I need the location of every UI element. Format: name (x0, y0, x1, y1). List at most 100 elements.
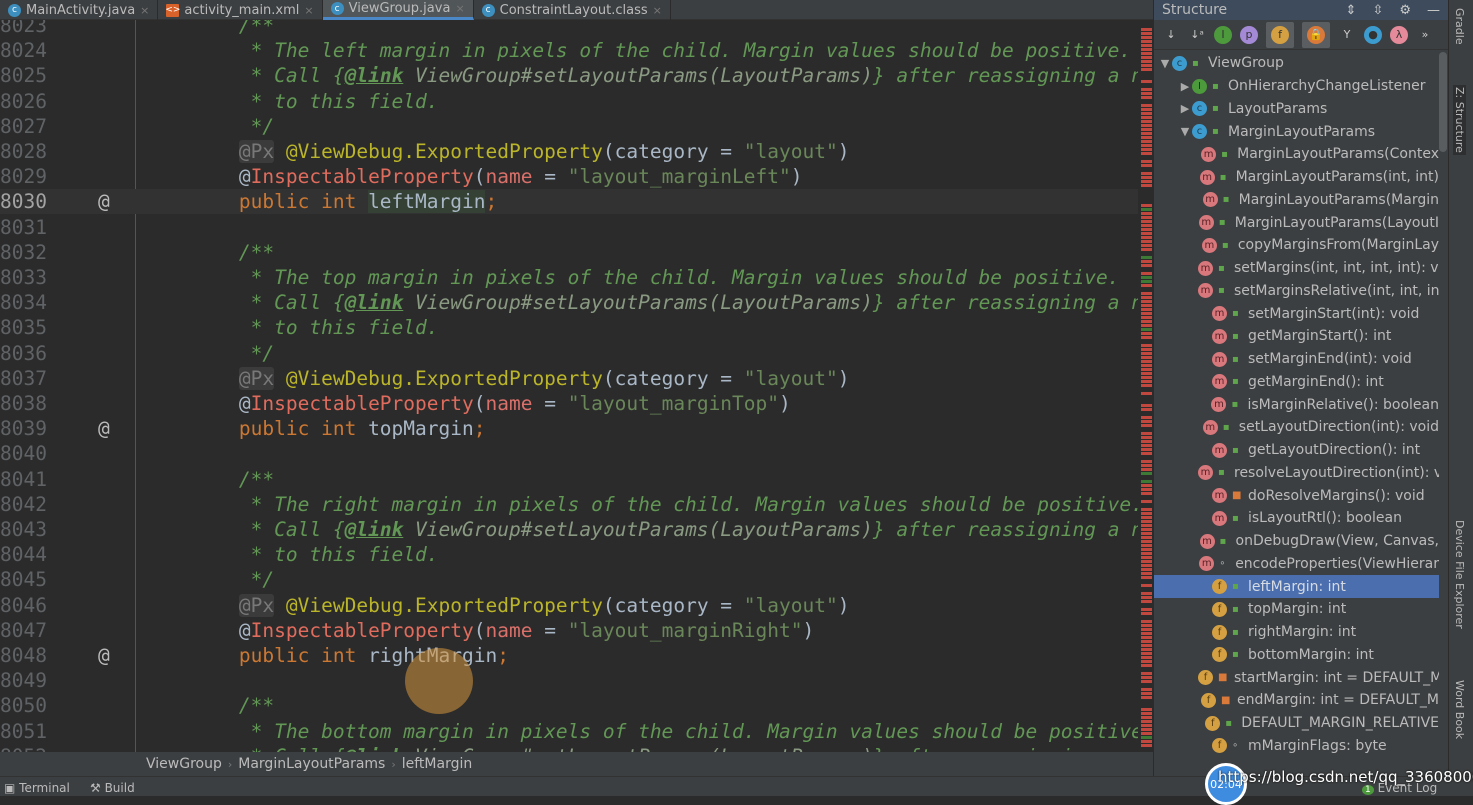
error-stripe-mark[interactable] (1141, 356, 1152, 359)
error-stripe-mark[interactable] (1141, 272, 1152, 275)
error-stripe-mark[interactable] (1141, 620, 1152, 623)
code-editor[interactable]: 8023 /** 8024 * The left margin in pixels… (0, 20, 1138, 752)
error-stripe-mark[interactable] (1141, 592, 1152, 595)
close-icon[interactable]: × (653, 4, 662, 17)
error-stripe-mark[interactable] (1141, 680, 1152, 683)
tool-window-gradle[interactable]: Gradle (1453, 8, 1466, 45)
code-line[interactable]: 8038 @InspectableProperty(name = "layout… (0, 391, 1138, 416)
error-stripe-mark[interactable] (1141, 416, 1152, 419)
error-stripe-mark[interactable] (1141, 632, 1152, 635)
error-stripe-mark[interactable] (1141, 524, 1152, 527)
error-stripe-mark[interactable] (1141, 300, 1152, 303)
error-stripe-mark[interactable] (1141, 372, 1152, 375)
error-stripe-mark[interactable] (1141, 432, 1152, 435)
error-stripe-mark[interactable] (1141, 484, 1152, 487)
error-stripe-mark[interactable] (1141, 328, 1152, 331)
error-stripe-mark[interactable] (1141, 144, 1152, 147)
error-stripe-mark[interactable] (1141, 644, 1152, 647)
error-stripe-mark[interactable] (1141, 612, 1152, 615)
error-stripe-mark[interactable] (1141, 600, 1152, 603)
code-line[interactable]: 8034 * Call {@link ViewGroup#setLayoutPa… (0, 290, 1138, 315)
error-stripe-mark[interactable] (1141, 672, 1152, 675)
error-stripe-mark[interactable] (1141, 136, 1152, 139)
code-line[interactable]: 8039 @ public int topMargin; (0, 416, 1138, 441)
code-line[interactable]: 8032 /** (0, 240, 1138, 265)
error-stripe-mark[interactable] (1141, 176, 1152, 179)
error-stripe-mark[interactable] (1141, 568, 1152, 571)
error-stripe-mark[interactable] (1141, 656, 1152, 659)
error-stripe-mark[interactable] (1141, 332, 1152, 335)
tree-item[interactable]: m ▪ setMarginsRelative(int, int, int (1154, 280, 1439, 303)
code-line[interactable]: 8051 * The bottom margin in pixels of th… (0, 719, 1138, 744)
tree-item[interactable]: m ▪ MarginLayoutParams(Margin (1154, 189, 1439, 212)
show-properties-icon[interactable]: p (1240, 25, 1258, 44)
tree-item[interactable]: m ▪ copyMarginsFrom(MarginLay (1154, 234, 1439, 257)
error-stripe-mark[interactable] (1141, 544, 1152, 547)
error-stripe-mark[interactable] (1141, 444, 1152, 447)
error-stripe-mark[interactable] (1141, 424, 1152, 427)
code-line[interactable]: 8042 * The right margin in pixels of the… (0, 492, 1138, 517)
error-stripe-mark[interactable] (1141, 280, 1152, 283)
error-stripe-scrollbar[interactable] (1138, 20, 1153, 752)
error-stripe-mark[interactable] (1141, 296, 1152, 299)
code-line[interactable]: 8027 */ (0, 114, 1138, 139)
error-stripe-mark[interactable] (1141, 312, 1152, 315)
error-stripe-mark[interactable] (1141, 48, 1152, 51)
error-stripe-mark[interactable] (1141, 324, 1152, 327)
error-stripe-mark[interactable] (1141, 204, 1152, 207)
error-stripe-mark[interactable] (1141, 492, 1152, 495)
error-stripe-mark[interactable] (1141, 260, 1152, 263)
build-button[interactable]: ⚒ Build (90, 781, 135, 795)
error-stripe-mark[interactable] (1141, 64, 1152, 67)
error-stripe-mark[interactable] (1141, 220, 1152, 223)
show-non-public-icon[interactable]: 🔒 (1307, 25, 1325, 44)
error-stripe-mark[interactable] (1141, 376, 1152, 379)
error-stripe-mark[interactable] (1141, 308, 1152, 311)
error-stripe-mark[interactable] (1141, 368, 1152, 371)
error-stripe-mark[interactable] (1141, 232, 1152, 235)
error-stripe-mark[interactable] (1141, 256, 1152, 259)
tree-item[interactable]: f ■ startMargin: int = DEFAULT_M (1154, 666, 1439, 689)
error-stripe-mark[interactable] (1141, 228, 1152, 231)
code-line[interactable]: 8043 * Call {@link ViewGroup#setLayoutPa… (0, 517, 1138, 542)
error-stripe-mark[interactable] (1141, 468, 1152, 471)
anonymous-classes-icon[interactable]: ● (1364, 25, 1382, 44)
error-stripe-mark[interactable] (1141, 352, 1152, 355)
error-stripe-mark[interactable] (1141, 224, 1152, 227)
tree-item[interactable]: m ▪ getMarginStart(): int (1154, 325, 1439, 348)
error-stripe-mark[interactable] (1141, 124, 1152, 127)
error-stripe-mark[interactable] (1141, 108, 1152, 111)
error-stripe-mark[interactable] (1141, 512, 1152, 515)
tree-item[interactable]: f ▪ rightMargin: int (1154, 621, 1439, 644)
error-stripe-mark[interactable] (1141, 540, 1152, 543)
error-stripe-mark[interactable] (1141, 548, 1152, 551)
error-stripe-mark[interactable] (1141, 152, 1152, 155)
error-stripe-mark[interactable] (1141, 488, 1152, 491)
code-line[interactable]: 8047 @InspectableProperty(name = "layout… (0, 618, 1138, 643)
expand-arrow-icon[interactable]: ▼ (1158, 57, 1172, 70)
error-stripe-mark[interactable] (1141, 596, 1152, 599)
error-stripe-mark[interactable] (1141, 120, 1152, 123)
hierarchy-icon[interactable]: Y (1338, 26, 1356, 44)
error-stripe-mark[interactable] (1141, 640, 1152, 643)
code-line[interactable]: 8041 /** (0, 467, 1138, 492)
error-stripe-mark[interactable] (1141, 692, 1152, 695)
error-stripe-mark[interactable] (1141, 284, 1152, 287)
code-line[interactable]: 8050 /** (0, 693, 1138, 718)
error-stripe-mark[interactable] (1141, 320, 1152, 323)
error-stripe-mark[interactable] (1141, 648, 1152, 651)
code-line[interactable]: 8048@ public int rightMargin; (0, 643, 1138, 668)
error-stripe-mark[interactable] (1141, 624, 1152, 627)
error-stripe-mark[interactable] (1141, 172, 1152, 175)
error-stripe-mark[interactable] (1141, 28, 1152, 31)
error-stripe-mark[interactable] (1141, 32, 1152, 35)
error-stripe-mark[interactable] (1141, 732, 1152, 735)
error-stripe-mark[interactable] (1141, 564, 1152, 567)
tree-item[interactable]: m ▪ setLayoutDirection(int): void (1154, 416, 1439, 439)
collapse-all-icon[interactable]: ⇳ (1372, 3, 1383, 18)
tab-viewgroup-java[interactable]: c ViewGroup.java × (322, 0, 474, 20)
error-stripe-mark[interactable] (1141, 720, 1152, 723)
error-stripe-mark[interactable] (1141, 664, 1152, 667)
error-stripe-mark[interactable] (1141, 52, 1152, 55)
error-stripe-mark[interactable] (1141, 744, 1152, 747)
